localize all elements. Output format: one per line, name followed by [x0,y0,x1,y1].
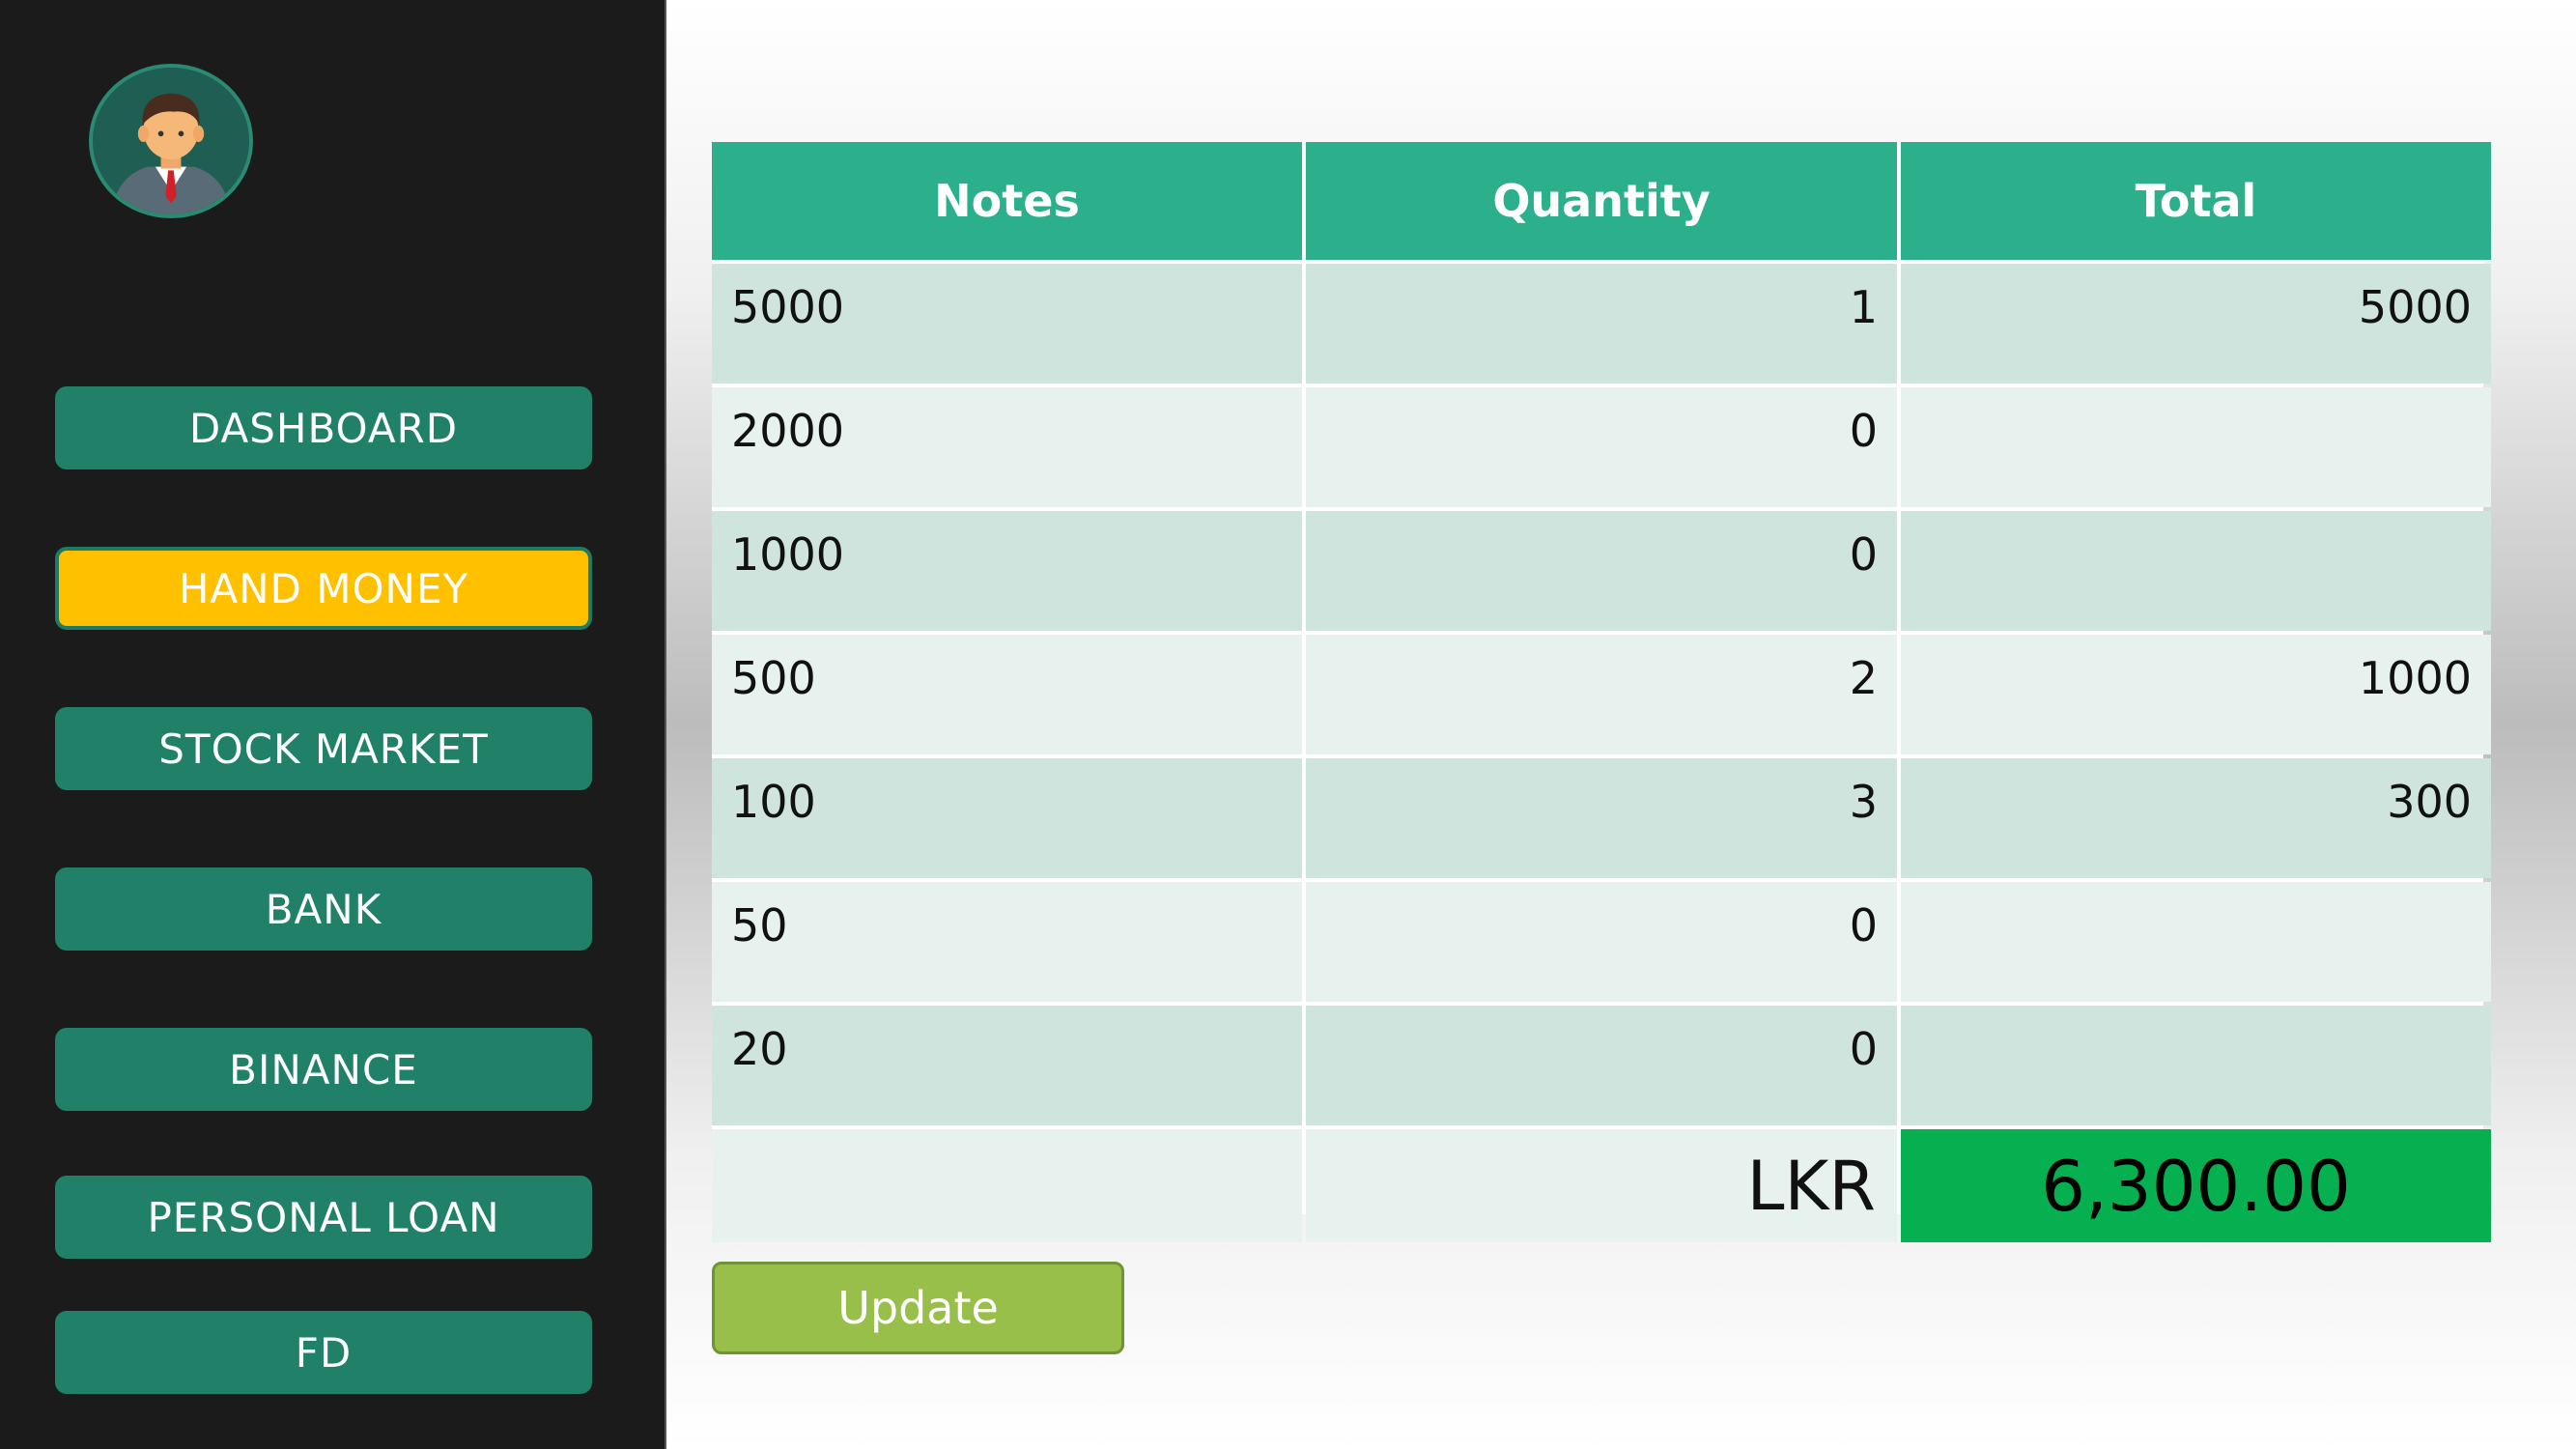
note-cell: 2000 [712,387,1302,507]
total-cell [1901,387,2491,507]
total-cell [1901,1006,2491,1125]
quantity-input[interactable]: 2 [1306,635,1897,754]
quantity-input[interactable]: 0 [1306,387,1897,507]
note-cell: 500 [712,635,1302,754]
note-cell: 1000 [712,511,1302,631]
businessman-avatar-icon [93,68,249,214]
total-cell: 5000 [1901,264,2491,384]
grand-total-value: 6,300.00 [1901,1129,2491,1242]
currency-label: LKR [1306,1129,1897,1242]
quantity-input[interactable]: 1 [1306,264,1897,384]
nav-binance-button[interactable]: BINANCE [55,1028,592,1111]
nav-fd-button[interactable]: FD [55,1311,592,1394]
nav-stock-market-button[interactable]: STOCK MARKET [55,707,592,790]
total-cell: 1000 [1901,635,2491,754]
nav-bank-button[interactable]: BANK [55,867,592,951]
user-avatar[interactable] [89,64,253,218]
total-cell [1901,511,2491,631]
total-cell: 300 [1901,758,2491,878]
nav-hand-money-button[interactable]: HAND MONEY [55,547,592,630]
quantity-input[interactable]: 0 [1306,1006,1897,1125]
nav-personal-loan-button[interactable]: PERSONAL LOAN [55,1176,592,1259]
note-cell: 50 [712,882,1302,1002]
header-notes: Notes [712,142,1302,260]
quantity-input[interactable]: 3 [1306,758,1897,878]
update-button[interactable]: Update [712,1262,1124,1354]
total-cell [1901,882,2491,1002]
hand-money-table: Notes Quantity Total 5000 1 5000 2000 0 … [712,142,2491,1242]
header-quantity: Quantity [1306,142,1897,260]
sidebar: DASHBOARD HAND MONEY STOCK MARKET BANK B… [0,0,666,1449]
note-cell: 5000 [712,264,1302,384]
footer-empty-cell [712,1129,1302,1242]
quantity-input[interactable]: 0 [1306,511,1897,631]
note-cell: 20 [712,1006,1302,1125]
note-cell: 100 [712,758,1302,878]
header-total: Total [1901,142,2491,260]
nav-dashboard-button[interactable]: DASHBOARD [55,386,592,469]
quantity-input[interactable]: 0 [1306,882,1897,1002]
